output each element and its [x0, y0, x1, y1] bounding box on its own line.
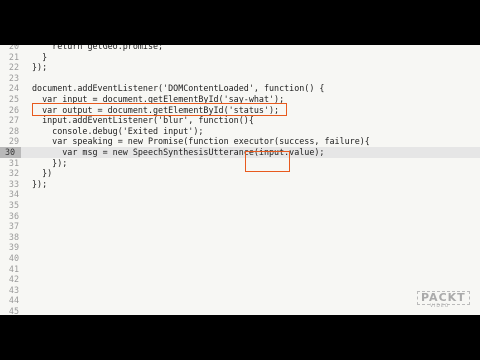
code-text[interactable]: input.addEventListener('blur', function(… [32, 115, 254, 126]
code-text[interactable]: }); [32, 179, 47, 190]
line-number: 44 [8, 295, 19, 306]
code-line[interactable]: 44 [0, 295, 480, 306]
line-number: 20 [8, 45, 19, 51]
line-number: 41 [8, 263, 19, 274]
code-editor[interactable]: 20 return getGeo.promise; 21 } 22}); 23 24 do… [0, 45, 480, 315]
code-text[interactable]: } [32, 52, 47, 63]
code-line[interactable]: 37 [0, 221, 480, 232]
code-text[interactable]: document.addEventListener('DOMContentLoa… [32, 83, 324, 94]
code-text[interactable]: console.debug('Exited input'); [32, 126, 203, 137]
code-line[interactable]: 22}); [0, 62, 480, 73]
code-line[interactable]: 31 }); [0, 158, 480, 169]
code-line[interactable]: 33}); [0, 179, 480, 190]
code-line[interactable]: 45 [0, 306, 480, 315]
code-line[interactable]: 39 [0, 242, 480, 253]
code-line[interactable]: 27 input.addEventListener('blur', functi… [0, 115, 480, 126]
code-line[interactable]: 24 document.addEventListener('DOMContentL… [0, 83, 480, 94]
line-number: 34 [8, 189, 19, 200]
code-line[interactable]: 20 return getGeo.promise; [0, 45, 480, 52]
code-line[interactable]: 41 [0, 264, 480, 275]
line-number: 45 [8, 306, 19, 315]
line-number: 36 [8, 210, 19, 221]
code-line[interactable]: 42 [0, 274, 480, 285]
code-line[interactable]: 29 var speaking = new Promise(function e… [0, 136, 480, 147]
line-number: 23 [8, 72, 19, 83]
line-number: 21 [8, 51, 19, 62]
code-text[interactable]: return getGeo.promise; [32, 45, 163, 52]
code-line[interactable]: 28 console.debug('Exited input'); [0, 126, 480, 137]
line-number: 31 [8, 157, 19, 168]
code-line[interactable]: 23 [0, 73, 480, 84]
line-number: 30 [0, 147, 21, 158]
highlight-box-input-value [245, 151, 290, 172]
code-line[interactable]: 35 [0, 200, 480, 211]
line-number: 22 [8, 62, 19, 73]
logo-sub: VIDEO [430, 304, 450, 309]
code-line[interactable]: 38 [0, 232, 480, 243]
line-number: 26 [8, 104, 19, 115]
code-line[interactable]: 32 }) [0, 168, 480, 179]
code-line[interactable]: 43 [0, 285, 480, 296]
code-text[interactable]: }); [32, 158, 67, 169]
code-line[interactable]: 34 [0, 189, 480, 200]
logo-brand: PACKT [417, 291, 470, 305]
code-line[interactable]: 40 [0, 253, 480, 264]
line-number: 33 [8, 178, 19, 189]
code-line[interactable]: 30 var msg = new SpeechSynthesisUtteranc… [0, 147, 480, 158]
highlight-box-var-input [32, 103, 287, 116]
code-line[interactable]: 21 } [0, 52, 480, 63]
video-frame: 20 return getGeo.promise; 21 } 22}); 23 24 do… [0, 0, 480, 360]
code-text[interactable]: }); [32, 62, 47, 73]
line-number: 27 [8, 115, 19, 126]
line-number: 28 [8, 125, 19, 136]
line-number: 24 [8, 83, 19, 94]
line-number: 38 [8, 231, 19, 242]
code-text[interactable]: var speaking = new Promise(function exec… [32, 136, 370, 147]
line-number: 39 [8, 242, 19, 253]
line-number: 29 [8, 136, 19, 147]
code-text[interactable]: }) [32, 168, 52, 179]
line-number: 25 [8, 94, 19, 104]
line-number: 37 [8, 221, 19, 232]
line-number: 35 [8, 200, 19, 210]
code-line[interactable]: 36 [0, 211, 480, 222]
line-number: 40 [8, 253, 19, 263]
line-number: 43 [8, 284, 19, 295]
line-number: 42 [8, 274, 19, 285]
packt-video-logo: PACKT VIDEO [417, 291, 470, 309]
line-number: 32 [8, 168, 19, 179]
